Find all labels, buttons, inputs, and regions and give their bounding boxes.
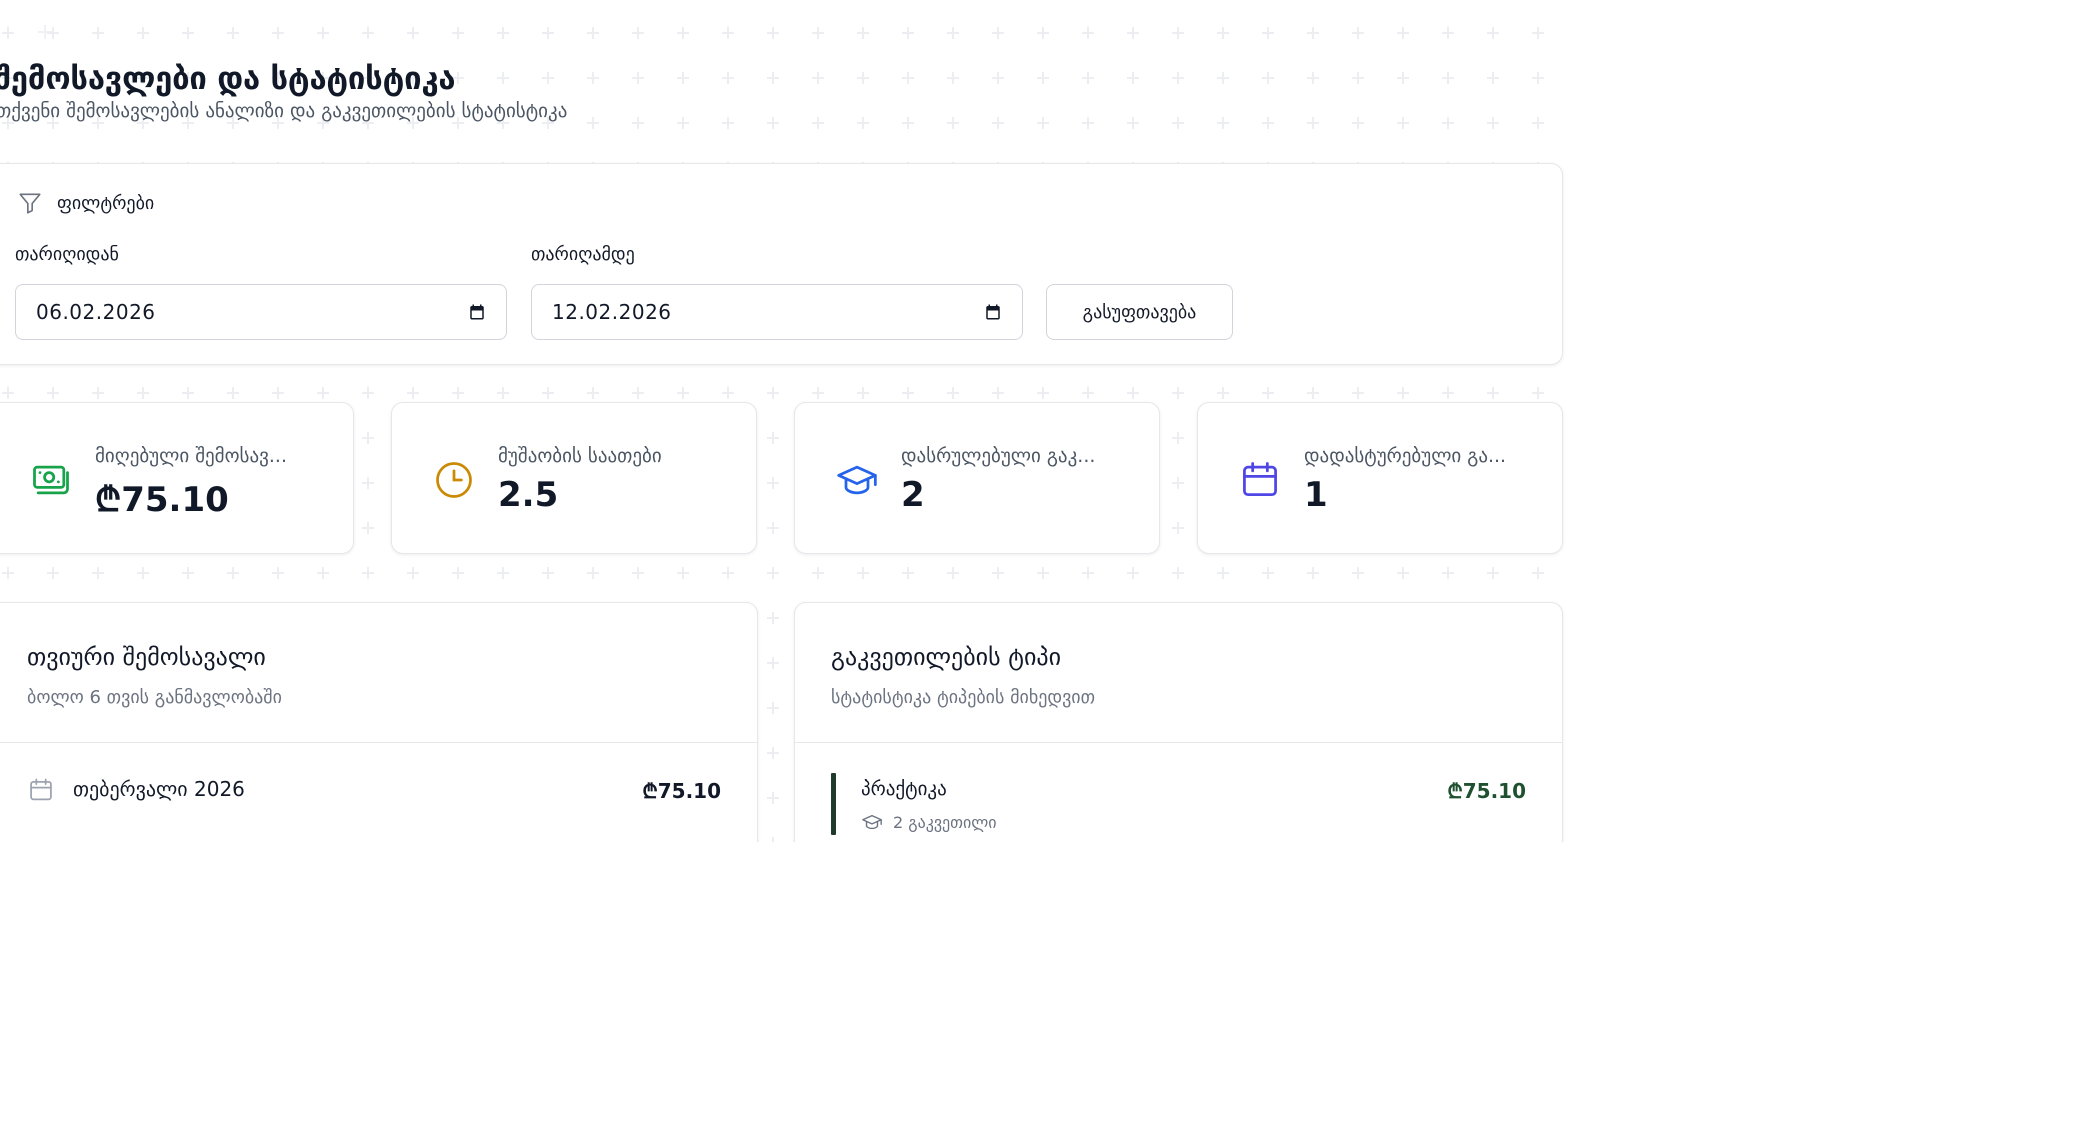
filters-card: ფილტრები თარიღიდან 06.02.2026 თარიღამდე … [0, 163, 1563, 365]
month-label: თებერვალი 2026 [73, 777, 245, 801]
graduation-cap-icon [862, 814, 882, 830]
calendar-picker-icon[interactable] [468, 303, 486, 321]
stat-label: დასრულებული გაკ... [901, 445, 1096, 467]
lesson-types-card: გაკვეთილების ტიპი სტატისტიკა ტიპების მიხ… [794, 602, 1563, 842]
calendar-icon [1243, 462, 1277, 497]
page-title: შემოსავლები და სტატისტიკა [0, 60, 456, 97]
date-to-input[interactable]: 12.02.2026 [531, 284, 1023, 340]
stat-value: ₾75.10 [95, 480, 229, 520]
stat-value: 1 [1304, 475, 1328, 515]
date-from-value: 06.02.2026 [36, 300, 156, 324]
date-to-label: თარიღამდე [531, 244, 635, 265]
panel-title: გაკვეთილების ტიპი [831, 643, 1061, 671]
panel-title: თვიური შემოსავალი [27, 643, 266, 671]
filters-header: ფილტრები [17, 190, 154, 216]
filters-title: ფილტრები [57, 192, 155, 214]
money-icon [33, 465, 69, 495]
stat-label: დადასტურებული გა... [1304, 445, 1507, 467]
clear-filters-button[interactable]: გასუფთავება [1046, 284, 1233, 340]
earnings-page: შემოსავლები და სტატისტიკა თქვენი შემოსავ… [0, 0, 1568, 842]
filter-icon [19, 193, 41, 214]
stat-label: მუშაობის საათები [498, 445, 662, 467]
lesson-count-text: 2 გაკვეთილი [893, 812, 997, 832]
panel-subtitle: სტატისტიკა ტიპების მიხედვით [831, 687, 1096, 708]
monthly-income-card: თვიური შემოსავალი ბოლო 6 თვის განმავლობა… [0, 602, 758, 842]
graduation-cap-icon [837, 465, 877, 495]
stat-card-confirmed: დადასტურებული გა... 1 [1197, 402, 1563, 554]
clock-icon [436, 462, 472, 498]
stat-value: 2.5 [498, 475, 559, 515]
divider [795, 742, 1562, 743]
stat-card-income: მიღებული შემოსავ... ₾75.10 [0, 402, 354, 554]
calendar-icon [30, 778, 52, 801]
type-accent-bar [831, 773, 836, 835]
calendar-picker-icon[interactable] [984, 303, 1002, 321]
panel-subtitle: ბოლო 6 თვის განმავლობაში [27, 687, 282, 708]
lesson-type-count: 2 გაკვეთილი [861, 811, 997, 833]
date-from-label: თარიღიდან [15, 244, 119, 265]
date-to-value: 12.02.2026 [552, 300, 672, 324]
stat-card-completed: დასრულებული გაკ... 2 [794, 402, 1160, 554]
stat-label: მიღებული შემოსავ... [95, 445, 287, 467]
lesson-type-name: პრაქტიკა [861, 778, 947, 800]
stat-card-hours: მუშაობის საათები 2.5 [391, 402, 757, 554]
divider [0, 742, 757, 743]
page-subtitle: თქვენი შემოსავლების ანალიზი და გაკვეთილე… [0, 100, 568, 122]
date-from-input[interactable]: 06.02.2026 [15, 284, 507, 340]
stat-value: 2 [901, 475, 925, 515]
month-amount: ₾75.10 [642, 779, 721, 803]
lesson-type-amount: ₾75.10 [1447, 779, 1526, 803]
